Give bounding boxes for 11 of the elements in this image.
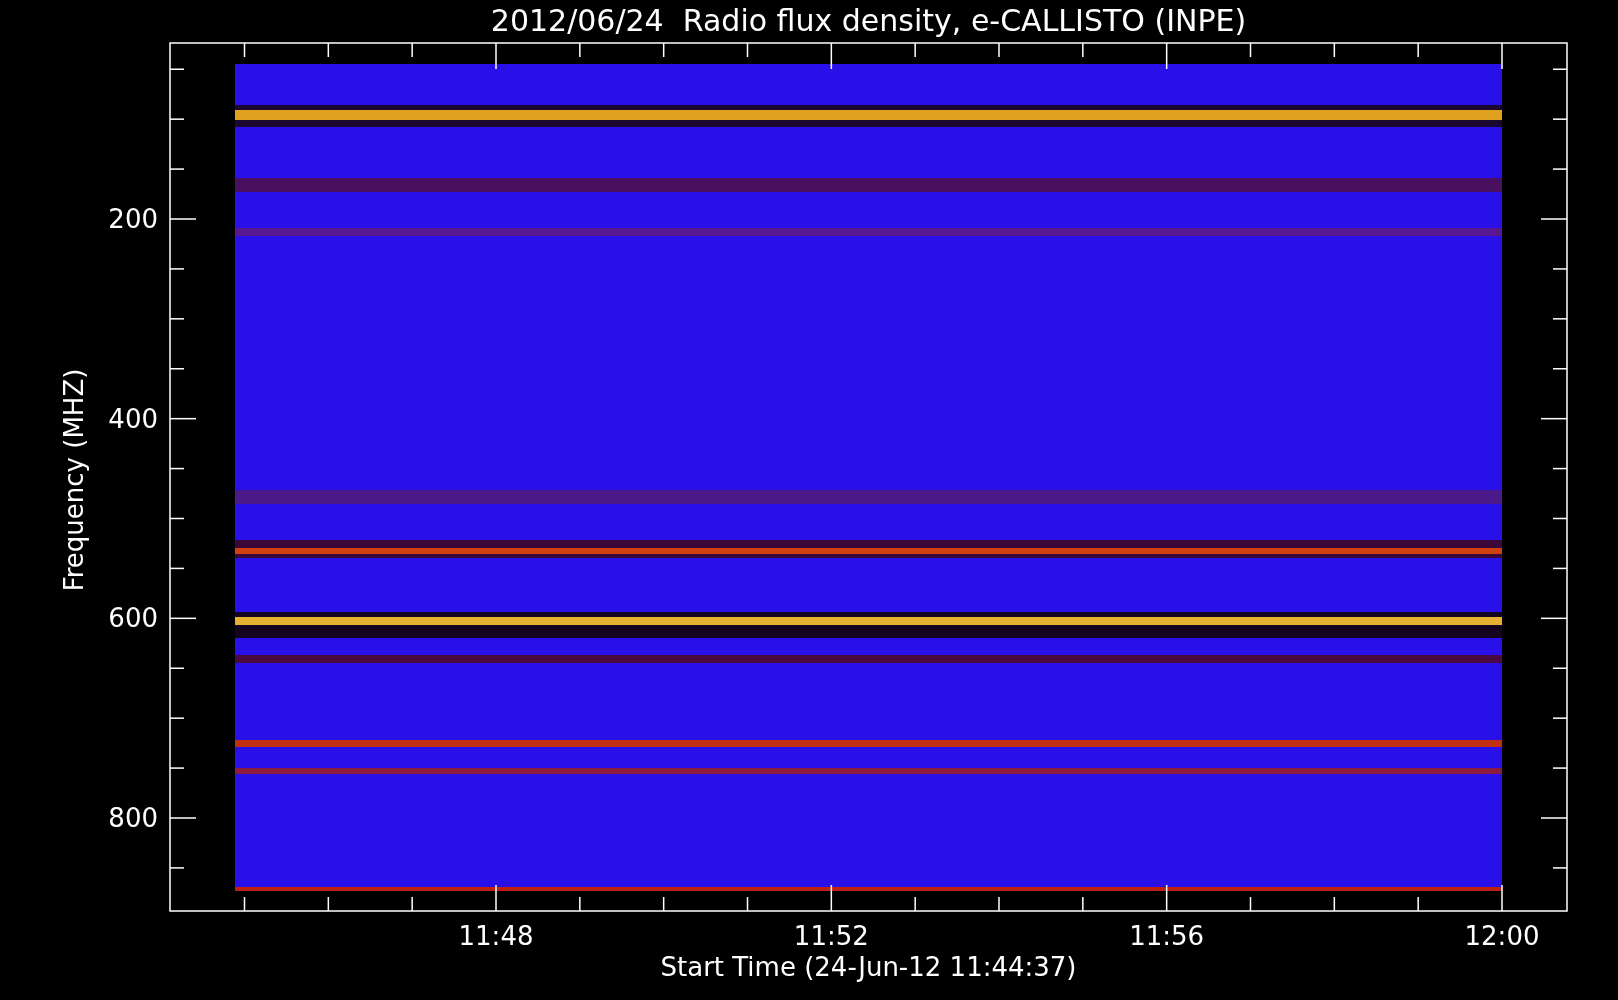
tick-label: 800 [108,803,158,833]
tick-label: 11:48 [458,921,534,951]
tick-label: 400 [108,403,158,434]
tick-label: 200 [108,204,158,234]
tick-label: 11:56 [1129,921,1205,951]
chart-title: 2012/06/24 Radio flux density, e-CALLISTO (INPE) [490,3,1247,38]
tick-label: 12:00 [1464,921,1540,951]
tick-label: 600 [108,603,158,634]
axis-label: Frequency (MHZ) [59,368,89,592]
axis-label: Start Time (24-Jun-12 11:44:37) [660,952,1077,982]
tick-label: 11:52 [793,921,869,951]
